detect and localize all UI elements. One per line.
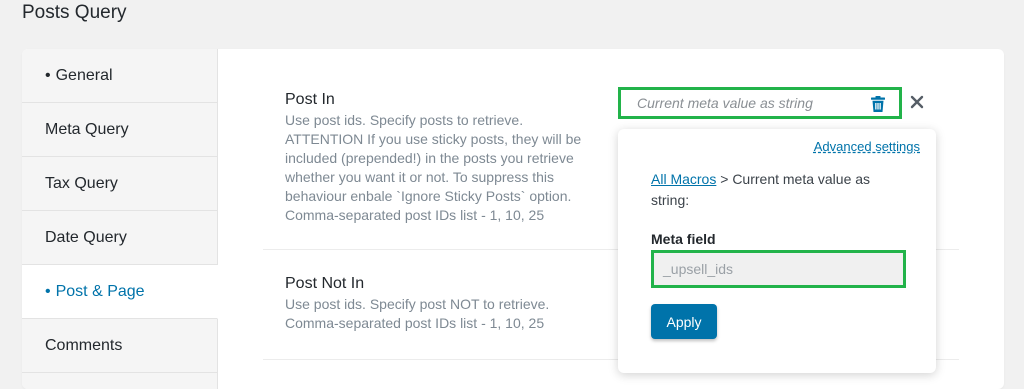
tab-date-query[interactable]: Date Query xyxy=(22,211,217,265)
close-icon[interactable] xyxy=(910,95,924,109)
post-not-in-title: Post Not In xyxy=(285,275,365,292)
post-in-value-text: Current meta value as string xyxy=(637,95,813,111)
tab-label: Post & Page xyxy=(55,282,145,300)
apply-button[interactable]: Apply xyxy=(651,304,717,339)
post-in-title: Post In xyxy=(285,91,335,108)
tab-content: Post In Use post ids. Specify posts to r… xyxy=(218,49,1004,389)
macros-breadcrumb: All Macros > Current meta value as strin… xyxy=(651,169,901,211)
tab-post-and-page[interactable]: • Post & Page xyxy=(22,265,218,319)
tab-label: Tax Query xyxy=(45,174,118,192)
meta-field-input[interactable]: _upsell_ids xyxy=(651,250,906,288)
tab-label: General xyxy=(55,66,113,84)
tab-bullet: • xyxy=(45,282,51,300)
settings-panel: • General Meta Query Tax Query Date Quer… xyxy=(22,49,1004,389)
tab-meta-query[interactable]: Meta Query xyxy=(22,103,217,157)
meta-field-value: _upsell_ids xyxy=(663,261,734,277)
macros-popover: Advanced settings All Macros > Current m… xyxy=(618,129,936,373)
tab-label: Comments xyxy=(45,336,123,354)
post-not-in-description: Use post ids. Specify post NOT to retrie… xyxy=(285,296,550,331)
tab-bullet: • xyxy=(45,66,51,84)
tab-label: Date Query xyxy=(45,228,127,246)
tab-comments[interactable]: Comments xyxy=(22,319,217,373)
post-in-value-field[interactable]: Current meta value as string xyxy=(618,87,902,119)
all-macros-link[interactable]: All Macros xyxy=(651,171,716,187)
tabs-sidebar: • General Meta Query Tax Query Date Quer… xyxy=(22,49,218,389)
tab-general[interactable]: • General xyxy=(22,49,217,103)
meta-field-label: Meta field xyxy=(651,231,716,247)
tab-label: Meta Query xyxy=(45,120,129,138)
advanced-settings-link[interactable]: Advanced settings xyxy=(814,139,920,154)
post-in-description: Use post ids. Specify posts to retrieve.… xyxy=(285,112,582,223)
page-title: Posts Query xyxy=(22,2,127,23)
trash-icon[interactable] xyxy=(871,96,885,112)
tab-tax-query[interactable]: Tax Query xyxy=(22,157,217,211)
